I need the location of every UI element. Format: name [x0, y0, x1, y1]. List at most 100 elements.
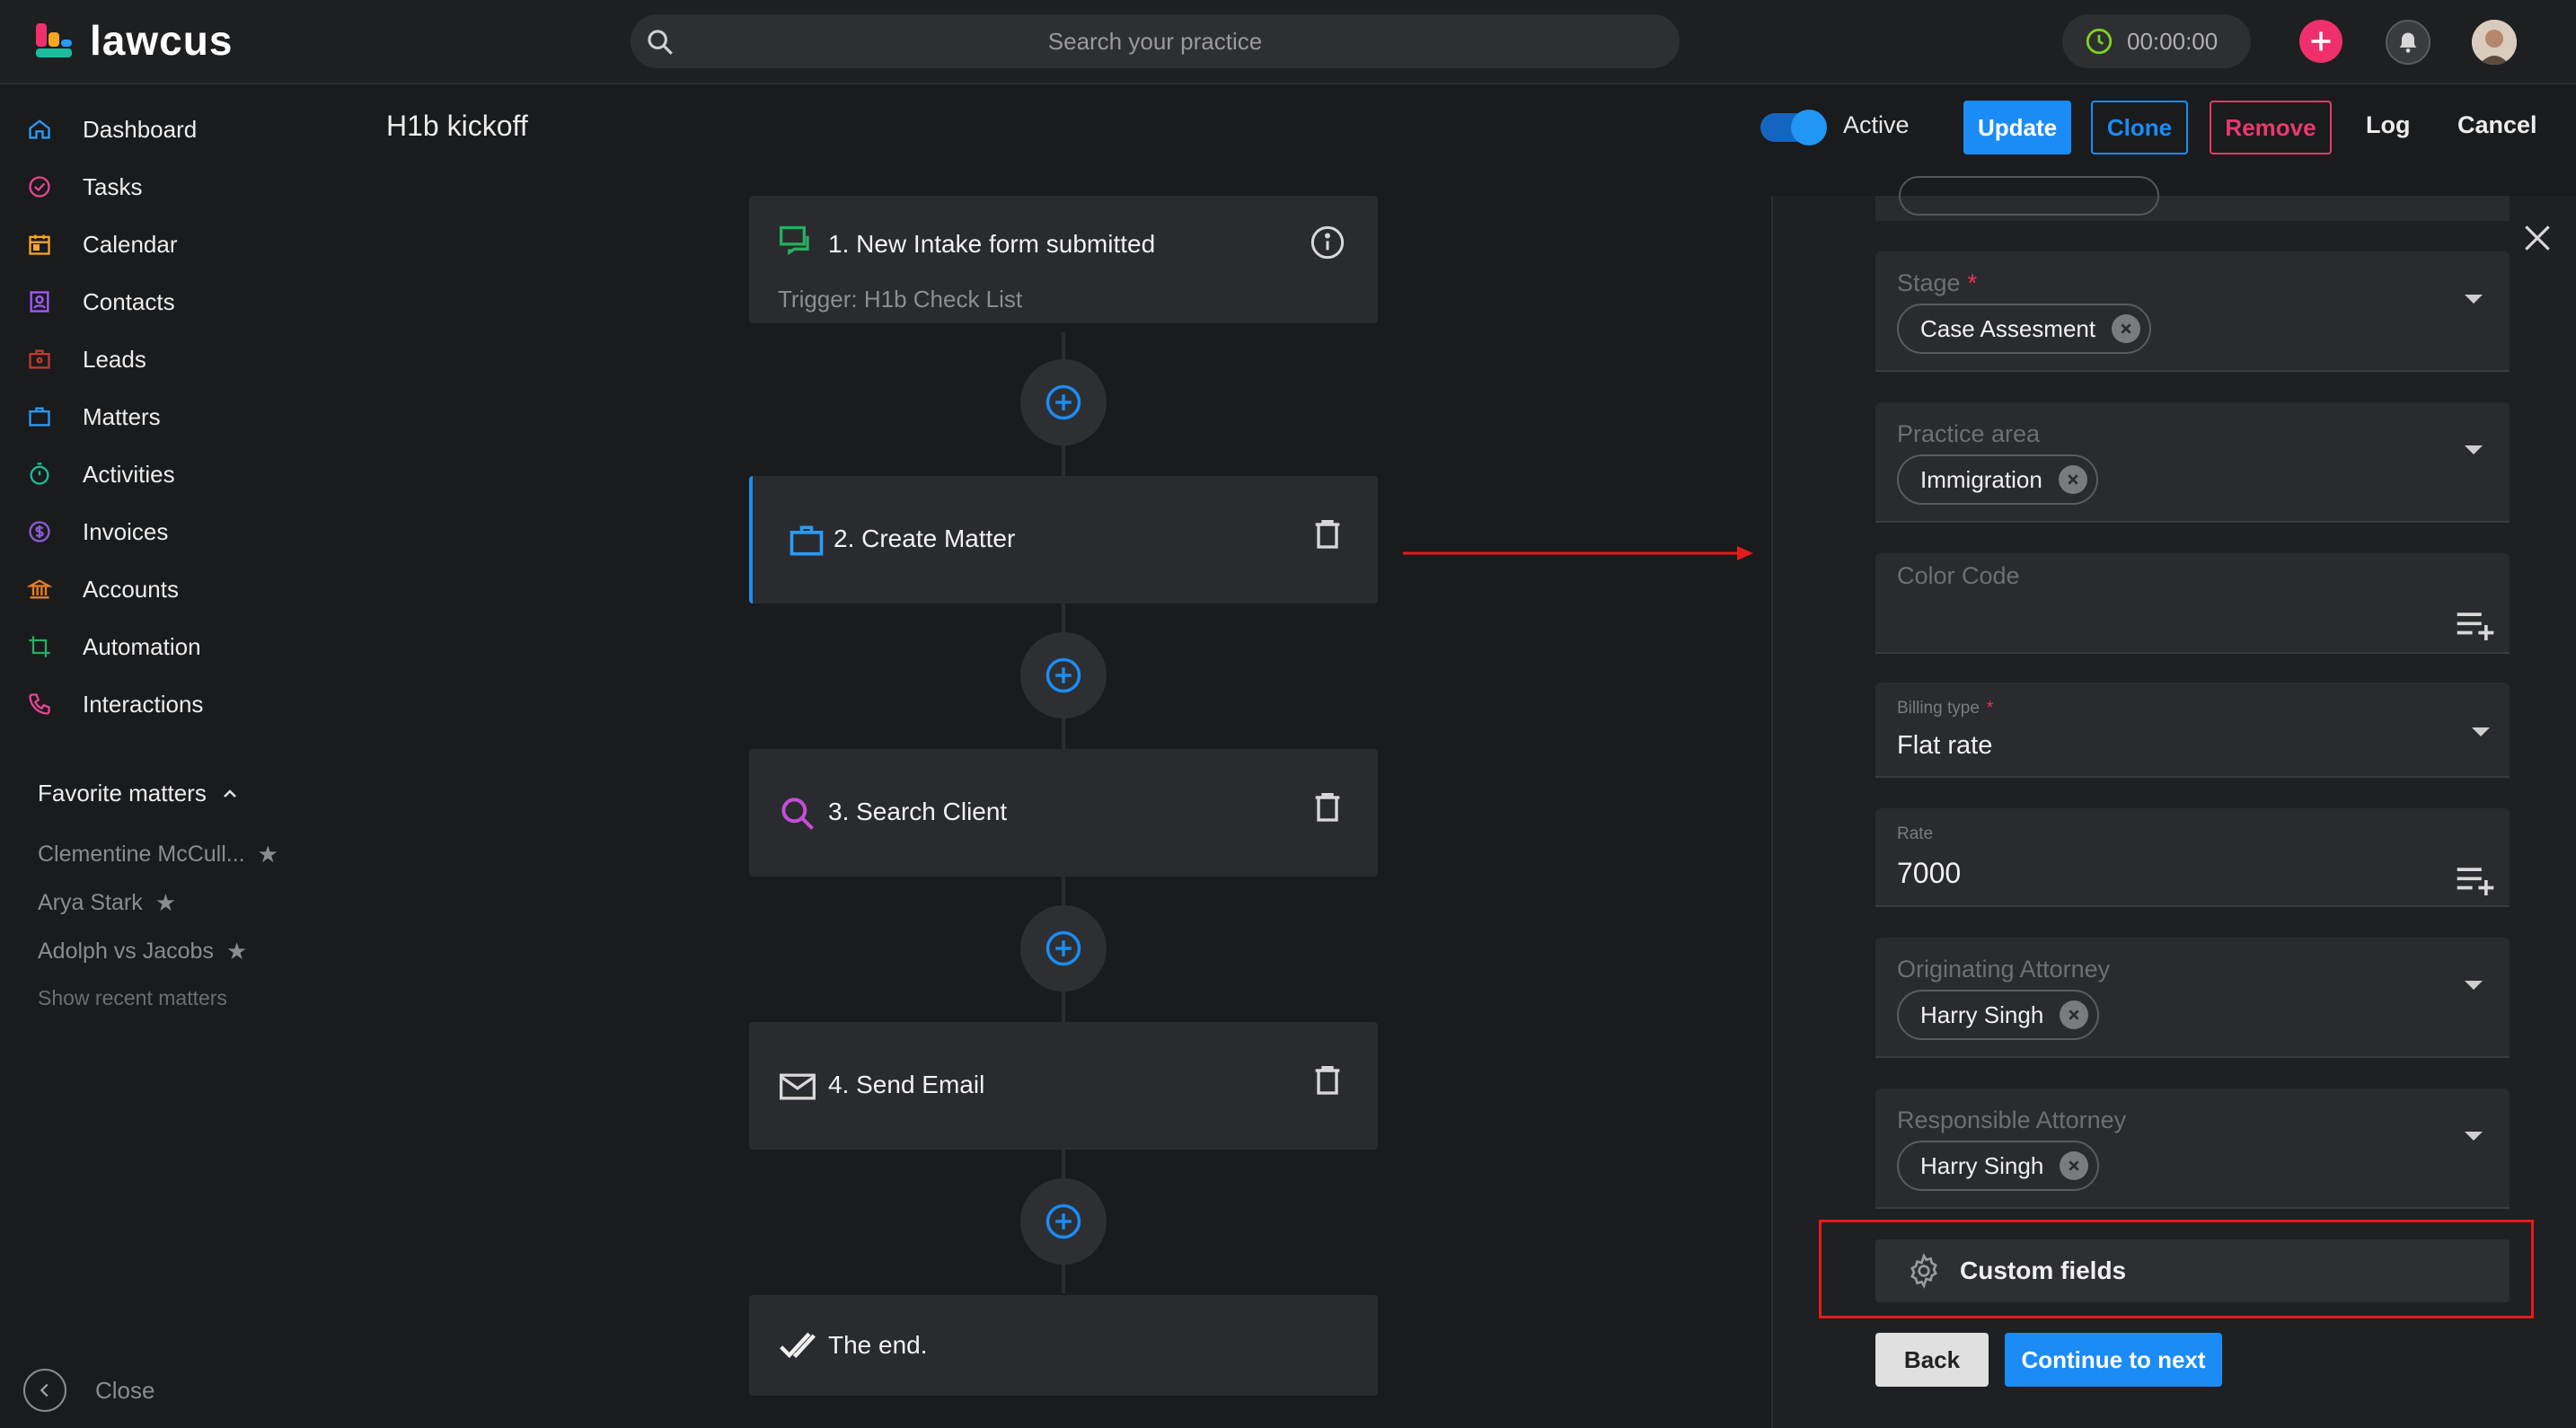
- search-input[interactable]: [886, 27, 1425, 56]
- favorite-matters-header[interactable]: Favorite matters: [38, 780, 241, 807]
- add-step-button[interactable]: [1020, 1178, 1107, 1265]
- active-toggle[interactable]: [1760, 110, 1827, 145]
- app-logo[interactable]: lawcus: [36, 16, 233, 65]
- practice-area-label: Practice area: [1897, 420, 2041, 447]
- chip-remove-icon[interactable]: [2060, 1151, 2089, 1180]
- page-title: H1b kickoff: [386, 110, 528, 142]
- trash-icon[interactable]: [1310, 789, 1345, 824]
- add-step-button[interactable]: [1020, 905, 1107, 992]
- star-icon[interactable]: ★: [155, 889, 176, 917]
- chevron-left-icon: [23, 1369, 66, 1412]
- workflow-step-send-email[interactable]: 4. Send Email: [749, 1022, 1378, 1150]
- originating-attorney-chip[interactable]: Harry Singh: [1897, 990, 2100, 1040]
- sidebar-item-label: Interactions: [83, 690, 204, 718]
- trash-icon[interactable]: [1310, 516, 1345, 551]
- required-marker: *: [1986, 699, 1994, 718]
- playlist-add-icon[interactable]: [2456, 609, 2495, 641]
- check-circle-icon: [25, 172, 54, 201]
- plus-circle-icon: [1045, 930, 1081, 966]
- sidebar-item-leads[interactable]: Leads: [25, 338, 146, 381]
- originating-attorney-field[interactable]: Originating Attorney Harry Singh: [1875, 938, 2510, 1058]
- practice-area-chip[interactable]: Immigration: [1897, 454, 2098, 505]
- sidebar-item-interactions[interactable]: Interactions: [25, 683, 203, 726]
- sidebar-item-activities[interactable]: Activities: [25, 453, 175, 496]
- plus-icon: [2311, 31, 2331, 51]
- stage-field[interactable]: Stage * Case Assesment: [1875, 251, 2510, 372]
- required-marker: *: [1967, 269, 1978, 296]
- chip-remove-icon[interactable]: [2058, 465, 2087, 494]
- remove-button[interactable]: Remove: [2210, 101, 2332, 154]
- rate-value[interactable]: 7000: [1897, 857, 1961, 890]
- sidebar-item-accounts[interactable]: Accounts: [25, 568, 179, 611]
- avatar-image: [2472, 20, 2517, 65]
- custom-fields-button[interactable]: Custom fields: [1875, 1239, 2510, 1302]
- clone-button[interactable]: Clone: [2091, 101, 2188, 154]
- workflow-step-create-matter[interactable]: 2. Create Matter: [749, 476, 1378, 604]
- trash-icon[interactable]: [1310, 1062, 1345, 1097]
- scrolled-chip-remnant: [1899, 176, 2159, 216]
- cancel-button[interactable]: Cancel: [2457, 111, 2537, 139]
- favorite-matter-item[interactable]: Adolph vs Jacobs ★: [38, 938, 247, 965]
- stage-chip[interactable]: Case Assesment: [1897, 304, 2152, 354]
- billing-type-field[interactable]: Billing type * Flat rate: [1875, 683, 2510, 778]
- sidebar-close-button[interactable]: Close: [23, 1369, 154, 1412]
- log-button[interactable]: Log: [2366, 111, 2410, 139]
- favorite-matter-item[interactable]: Clementine McCull... ★: [38, 841, 278, 868]
- dropdown-arrow-icon[interactable]: [2465, 1132, 2483, 1141]
- workflow-step-search-client[interactable]: 3. Search Client: [749, 749, 1378, 877]
- timer-value: 00:00:00: [2127, 27, 2219, 55]
- dropdown-arrow-icon[interactable]: [2465, 981, 2483, 990]
- color-code-field[interactable]: Color Code: [1875, 553, 2510, 654]
- custom-fields-label: Custom fields: [1960, 1256, 2127, 1284]
- dropdown-arrow-icon[interactable]: [2472, 727, 2490, 736]
- responsible-attorney-field[interactable]: Responsible Attorney Harry Singh: [1875, 1089, 2510, 1209]
- continue-to-next-button[interactable]: Continue to next: [2005, 1333, 2222, 1387]
- sidebar-item-invoices[interactable]: Invoices: [25, 510, 168, 553]
- show-recent-matters-link[interactable]: Show recent matters: [38, 986, 227, 1010]
- stage-label: Stage *: [1897, 269, 1977, 297]
- dropdown-arrow-icon[interactable]: [2465, 445, 2483, 454]
- logo-mark: [36, 20, 81, 61]
- favorite-matter-label: Arya Stark: [38, 890, 143, 915]
- sidebar-item-label: Invoices: [83, 517, 169, 545]
- chip-remove-icon[interactable]: [2112, 314, 2141, 343]
- search-bar[interactable]: [631, 14, 1680, 68]
- favorite-matter-item[interactable]: Arya Stark ★: [38, 889, 176, 917]
- playlist-add-icon[interactable]: [2456, 864, 2495, 896]
- notifications-button[interactable]: [2386, 20, 2430, 65]
- briefcase-icon: [25, 402, 54, 431]
- clock-icon: [2086, 28, 2113, 55]
- sidebar-item-label: Accounts: [83, 575, 179, 603]
- plus-circle-icon: [1045, 1203, 1081, 1239]
- star-icon[interactable]: ★: [226, 938, 247, 965]
- responsible-attorney-chip-label: Harry Singh: [1920, 1151, 2044, 1179]
- dropdown-arrow-icon[interactable]: [2465, 295, 2483, 304]
- billing-type-value: Flat rate: [1897, 731, 1993, 760]
- timer[interactable]: 00:00:00: [2062, 14, 2251, 68]
- chat-icon: [780, 225, 809, 256]
- favorite-matter-label: Clementine McCull...: [38, 842, 245, 867]
- back-button[interactable]: Back: [1875, 1333, 1989, 1387]
- sidebar-item-tasks[interactable]: Tasks: [25, 165, 142, 208]
- sidebar-item-dashboard[interactable]: Dashboard: [25, 108, 197, 151]
- sidebar-item-calendar[interactable]: Calendar: [25, 223, 178, 266]
- chip-remove-icon[interactable]: [2060, 1000, 2089, 1029]
- add-step-button[interactable]: [1020, 632, 1107, 718]
- quick-add-button[interactable]: [2299, 20, 2342, 63]
- practice-area-field[interactable]: Practice area Immigration: [1875, 402, 2510, 523]
- practice-area-chip-label: Immigration: [1920, 465, 2042, 493]
- info-icon[interactable]: [1310, 225, 1345, 260]
- responsible-attorney-chip[interactable]: Harry Singh: [1897, 1141, 2100, 1191]
- workflow-step-trigger[interactable]: 1. New Intake form submitted Trigger: H1…: [749, 196, 1378, 323]
- update-button[interactable]: Update: [1963, 101, 2071, 154]
- add-step-button[interactable]: [1020, 359, 1107, 445]
- close-icon[interactable]: [2520, 221, 2554, 255]
- user-avatar[interactable]: [2472, 20, 2517, 65]
- rate-field[interactable]: Rate 7000: [1875, 808, 2510, 907]
- sidebar-item-contacts[interactable]: Contacts: [25, 280, 175, 323]
- star-icon[interactable]: ★: [258, 841, 278, 868]
- workflow-step-title: 1. New Intake form submitted: [828, 230, 1156, 258]
- billing-type-label-text: Billing type: [1897, 699, 1980, 718]
- sidebar-item-automation[interactable]: Automation: [25, 625, 201, 668]
- sidebar-item-matters[interactable]: Matters: [25, 395, 161, 438]
